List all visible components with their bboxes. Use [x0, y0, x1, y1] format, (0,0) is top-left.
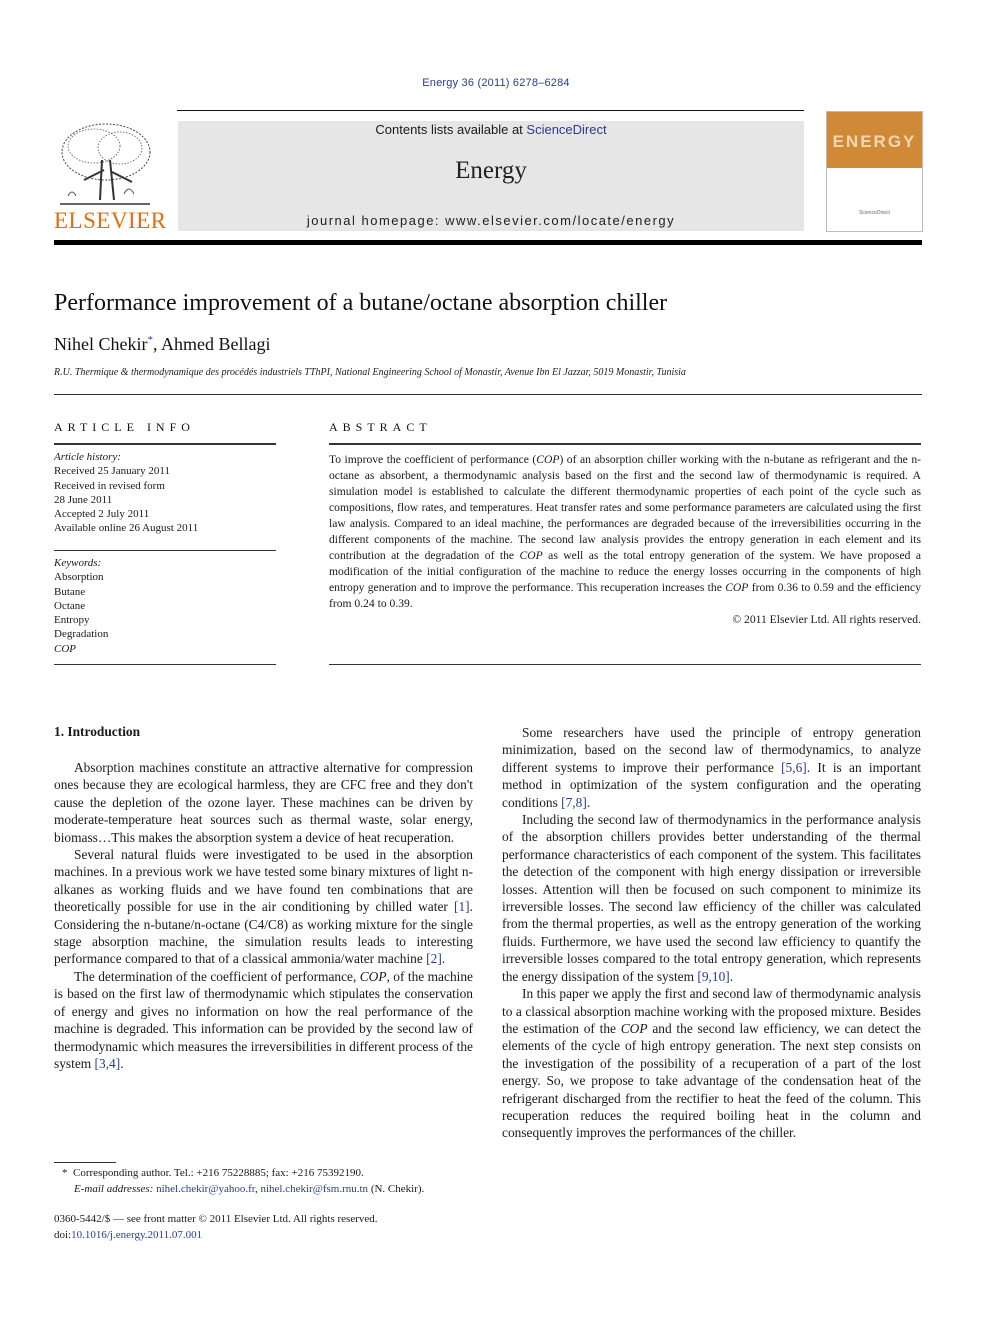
reference-link[interactable]: [2]	[426, 951, 442, 966]
journal-name: Energy	[455, 157, 527, 184]
affiliation: R.U. Thermique & thermodynamique des pro…	[54, 367, 686, 378]
body-paragraph: In this paper we apply the first and sec…	[502, 985, 921, 1142]
cover-sciencedirect-mark: ScienceDirect	[859, 210, 890, 216]
reference-link[interactable]: [3,4]	[95, 1056, 121, 1071]
email-label: E-mail addresses:	[74, 1183, 154, 1195]
journal-header-band: Contents lists available at ScienceDirec…	[178, 121, 804, 231]
elsevier-tree-logo	[54, 120, 154, 208]
body-paragraph: Some researchers have used the principle…	[502, 724, 921, 811]
keyword: Butane	[54, 585, 86, 598]
section-heading-introduction: 1. Introduction	[54, 724, 141, 739]
front-matter: 0360-5442/$ — see front matter © 2011 El…	[54, 1211, 494, 1243]
article-history: Article history: Received 25 January 201…	[54, 450, 276, 536]
author-name: Ahmed Bellagi	[161, 334, 271, 354]
abstract-text: To improve the coefficient of performanc…	[329, 452, 921, 628]
journal-homepage[interactable]: journal homepage: www.elsevier.com/locat…	[178, 213, 804, 228]
body-text: Absorption machines constitute an attrac…	[54, 760, 473, 845]
body-text: and the second law efficiency, we can de…	[502, 1020, 921, 1141]
email-link[interactable]: nihel.chekir@fsm.rnu.tn	[260, 1183, 368, 1195]
keywords: Keywords: Absorption Butane Octane Entro…	[54, 556, 276, 656]
sciencedirect-link[interactable]: ScienceDirect	[526, 122, 606, 137]
email-owner: (N. Chekir).	[370, 1183, 425, 1195]
history-item: 28 June 2011	[54, 493, 113, 506]
body-column-left: Absorption machines constitute an attrac…	[54, 759, 473, 1072]
author-list: Nihel Chekir*, Ahmed Bellagi	[54, 334, 270, 355]
issn-line: 0360-5442/$ — see front matter © 2011 El…	[54, 1213, 378, 1225]
abstract-paragraph: To improve the coefficient of performanc…	[329, 453, 921, 610]
history-label: Article history:	[54, 451, 121, 463]
reference-link[interactable]: [7,8]	[561, 795, 587, 810]
corresponding-author: Corresponding author. Tel.: +216 7522888…	[73, 1167, 364, 1179]
body-paragraph: Absorption machines constitute an attrac…	[54, 759, 473, 846]
article-info-bottom-rule	[54, 664, 276, 665]
keywords-label: Keywords:	[54, 557, 102, 569]
email-link[interactable]: nihel.chekir@yahoo.fr	[156, 1183, 255, 1195]
journal-cover-thumbnail: ENERGY ScienceDirect	[826, 111, 923, 232]
footnote: * Corresponding author. Tel.: +216 75228…	[62, 1167, 425, 1195]
body-text: The determination of the coefficient of …	[74, 968, 360, 984]
keyword: Entropy	[54, 614, 90, 627]
article-info-rule	[54, 443, 276, 445]
body-text: COP	[620, 1020, 648, 1036]
elsevier-wordmark: ELSEVIER	[54, 208, 167, 233]
contents-prefix: Contents lists available at	[375, 122, 527, 137]
abstract-bottom-rule	[329, 664, 921, 665]
body-column-right: Some researchers have used the principle…	[502, 724, 921, 1142]
keyword: Octane	[54, 599, 86, 612]
body-text: Including the second law of thermodynami…	[502, 812, 921, 984]
journal-citation[interactable]: Energy 36 (2011) 6278–6284	[0, 77, 992, 89]
footnote-rule	[54, 1162, 116, 1163]
author-separator: ,	[152, 334, 161, 354]
abstract-copyright: © 2011 Elsevier Ltd. All rights reserved…	[732, 613, 921, 626]
history-item: Received 25 January 2011	[54, 465, 170, 478]
author-name: Nihel Chekir	[54, 334, 148, 354]
history-item: Accepted 2 July 2011	[54, 508, 150, 521]
body-text: Several natural fluids were investigated…	[54, 847, 473, 915]
cover-banner: ENERGY	[827, 112, 922, 168]
footnote-mark: *	[62, 1167, 68, 1179]
history-item: Available online 26 August 2011	[54, 522, 199, 535]
tree-icon	[60, 123, 151, 205]
article-title: Performance improvement of a butane/octa…	[54, 290, 668, 316]
header-thick-rule	[54, 240, 922, 245]
history-item: Received in revised form	[54, 479, 165, 492]
article-info-heading: ARTICLE INFO	[54, 420, 195, 434]
body-text: .	[441, 951, 446, 967]
body-paragraph: Several natural fluids were investigated…	[54, 846, 473, 968]
affiliation-rule	[54, 394, 922, 395]
doi-label: doi:	[54, 1229, 72, 1241]
keywords-rule	[54, 550, 276, 551]
reference-link[interactable]: [9,10]	[697, 969, 729, 984]
cover-title: ENERGY	[832, 132, 917, 151]
body-paragraph: Including the second law of thermodynami…	[502, 811, 921, 985]
body-paragraph: The determination of the coefficient of …	[54, 968, 473, 1072]
reference-link[interactable]: [1]	[454, 899, 470, 914]
body-text: .	[586, 794, 591, 810]
body-text: .	[729, 968, 734, 984]
header-rule	[177, 110, 804, 111]
contents-line: Contents lists available at ScienceDirec…	[178, 121, 804, 137]
body-text: .	[120, 1055, 124, 1071]
body-text: COP	[359, 968, 387, 984]
abstract-heading: ABSTRACT	[329, 420, 432, 434]
reference-link[interactable]: [5,6]	[781, 760, 807, 775]
abstract-rule	[329, 443, 921, 445]
keyword: Degradation	[54, 628, 109, 641]
keyword: Absorption	[54, 571, 104, 584]
doi-link[interactable]: 10.1016/j.energy.2011.07.001	[71, 1229, 202, 1241]
keyword: COP	[54, 642, 76, 655]
